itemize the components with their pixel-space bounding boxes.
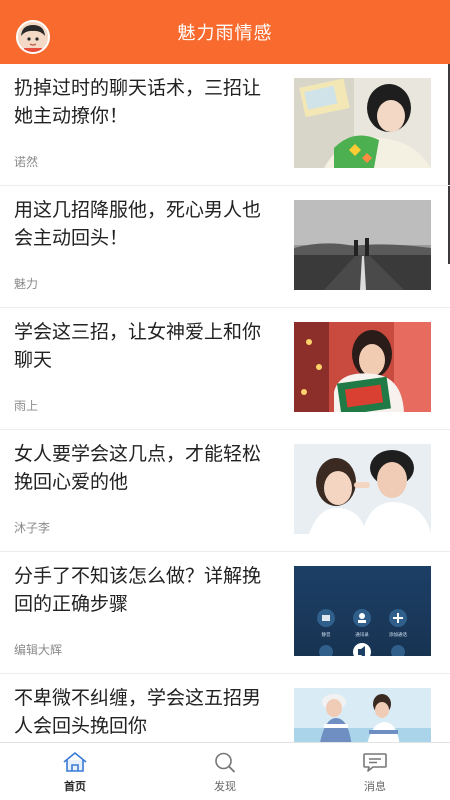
app-title: 魅力雨情感 [177, 23, 273, 44]
couple-on-road-photo [294, 200, 431, 290]
user-avatar[interactable] [16, 20, 50, 54]
article-item[interactable]: 分手了不知该怎么做？详解挽回的正确步骤 编辑大辉 静音 通讯录 添加通话 [0, 552, 450, 674]
article-item[interactable]: 不卑微不纠缠，学会这五招男人会回头挽回你 [0, 674, 450, 742]
phone-call-screen-photo: 静音 通讯录 添加通话 [294, 566, 431, 656]
tab-discover-label: 发现 [214, 779, 236, 793]
call-contacts-label: 通讯录 [355, 631, 369, 638]
article-thumbnail[interactable] [294, 200, 431, 290]
chat-icon [363, 752, 387, 772]
call-mute-label: 静音 [322, 631, 331, 638]
girl-with-christmas-pillow-photo [294, 322, 431, 412]
article-author: 雨上 [14, 399, 39, 413]
home-icon [63, 751, 87, 772]
article-title: 用这几招降服他，死心男人也会主动回头！ [14, 199, 262, 249]
article-title: 女人要学会这几点，才能轻松挽回心爱的他 [14, 443, 262, 493]
article-thumbnail[interactable]: 静音 通讯录 添加通话 [294, 566, 431, 656]
tab-messages-label: 消息 [364, 779, 386, 793]
article-title: 学会这三招，让女神爱上和你聊天 [14, 321, 262, 371]
article-item[interactable]: 学会这三招，让女神爱上和你聊天 雨上 [0, 308, 450, 430]
tab-discover[interactable]: 发现 [150, 743, 300, 800]
article-thumbnail[interactable] [294, 444, 431, 534]
article-author: 诺然 [14, 155, 39, 169]
article-thumbnail[interactable] [294, 322, 431, 412]
article-title: 分手了不知该怎么做？详解挽回的正确步骤 [14, 565, 262, 615]
article-title: 扔掉过时的聊天话术，三招让她主动撩你！ [14, 77, 262, 127]
bottom-tab-bar: 首页 发现 消息 [0, 742, 450, 800]
article-thumbnail[interactable] [294, 78, 431, 168]
call-add-label: 添加通话 [389, 631, 407, 638]
article-item[interactable]: 扔掉过时的聊天话术，三招让她主动撩你！ 诺然 [0, 64, 450, 186]
article-author: 魅力 [14, 277, 39, 291]
article-item[interactable]: 女人要学会这几点，才能轻松挽回心爱的他 沐子李 [0, 430, 450, 552]
article-author: 编辑大辉 [14, 643, 63, 657]
article-feed: 扔掉过时的聊天话术，三招让她主动撩你！ 诺然 用这几招降服他，死心男人也会主动回… [0, 64, 450, 742]
app-header: 魅力雨情感 [0, 0, 450, 64]
avatar-face-icon [18, 22, 48, 52]
tab-home-label: 首页 [64, 779, 86, 793]
article-title: 不卑微不纠缠，学会这五招男人会回头挽回你 [14, 687, 262, 737]
tab-messages[interactable]: 消息 [300, 743, 450, 800]
article-author: 沐子李 [14, 521, 51, 535]
couple-at-beach-photo [294, 688, 431, 742]
tab-home[interactable]: 首页 [0, 743, 150, 800]
couple-smiling-photo [294, 444, 431, 534]
search-icon [215, 752, 235, 772]
article-item[interactable]: 用这几招降服他，死心男人也会主动回头！ 魅力 [0, 186, 450, 308]
article-thumbnail[interactable] [294, 688, 431, 742]
girl-reading-photo [294, 78, 431, 168]
